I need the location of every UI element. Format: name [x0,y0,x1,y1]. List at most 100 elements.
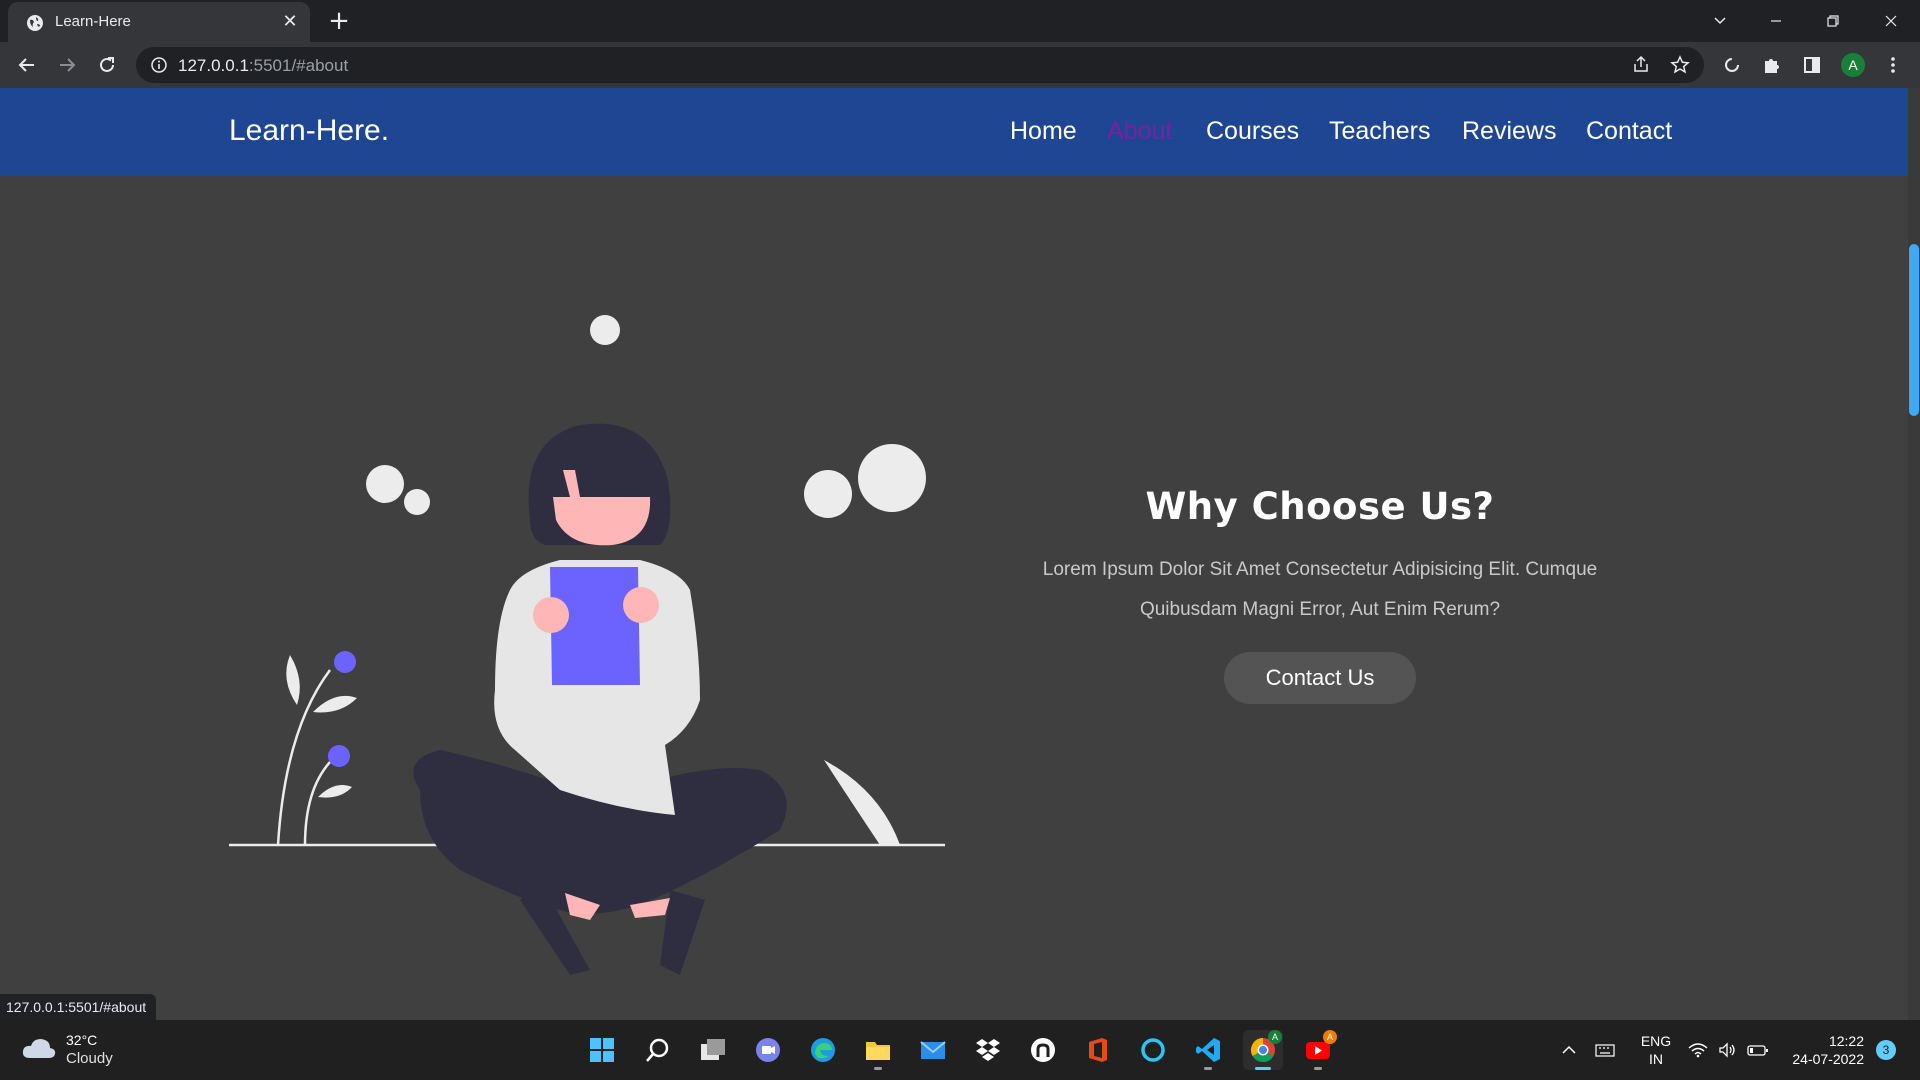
bubble [804,470,852,518]
running-indicator [874,1067,882,1070]
keyboard-icon[interactable] [1593,1038,1617,1062]
address-bar[interactable]: 127.0.0.1:5501/#about [136,47,1704,83]
bubble [590,315,620,345]
about-description-line: Lorem Ipsum Dolor Sit Amet Consectetur A… [1042,559,1598,580]
task-view-button[interactable] [693,1030,733,1070]
plant-stem [276,669,332,846]
volume-icon[interactable] [1716,1038,1740,1062]
plant-flower [328,745,350,767]
about-description-line: Quibusdam Magni Error, Aut Enim Rerum? [1139,599,1501,620]
chrome-button[interactable]: A [1243,1030,1283,1070]
chrome-menu-icon[interactable] [1880,52,1906,78]
url-host: 127.0.0.1 [178,56,249,75]
mail-icon [920,1041,946,1059]
search-icon [646,1038,669,1062]
plant-flower [334,651,356,673]
weather-condition: Cloudy [66,1050,113,1067]
decorative-leaf [824,760,900,845]
side-panel-icon[interactable] [1799,52,1825,78]
about-illustration [229,315,945,975]
start-button[interactable] [582,1030,622,1070]
nav-link-reviews[interactable]: Reviews [1462,117,1556,146]
cortana-icon [1141,1038,1165,1062]
language-region: IN [1649,1051,1663,1067]
chrome-profile-badge: A [1268,1030,1282,1044]
browser-tab[interactable]: Learn-Here ✕ [8,2,310,42]
teams-chat-button[interactable] [748,1030,788,1070]
url-text: 127.0.0.1:5501/#about [178,56,348,76]
active-indicator [1255,1067,1271,1070]
edge-browser-button[interactable] [803,1030,843,1070]
about-section: Why Choose Us? Lorem Ipsum Dolor Sit Ame… [980,485,1660,704]
bubble [366,465,404,503]
system-clock[interactable]: 12:22 24-07-2022 [1784,1032,1864,1068]
forward-button[interactable] [52,50,82,80]
bookmark-star-icon[interactable] [1669,55,1691,77]
search-button[interactable] [638,1030,678,1070]
nav-link-contact[interactable]: Contact [1586,117,1672,146]
running-indicator [1204,1067,1212,1070]
teams-chat-icon [756,1038,780,1062]
back-button[interactable] [12,50,42,80]
vscode-icon [1196,1038,1220,1062]
youtube-profile-badge: A [1323,1030,1337,1044]
about-description: Lorem Ipsum Dolor Sit Amet Consectetur A… [980,550,1660,630]
plant-leaf [318,784,352,798]
restore-button[interactable] [1815,6,1851,36]
nav-link-courses[interactable]: Courses [1206,117,1299,146]
weather-widget[interactable]: 32°C Cloudy [22,1030,162,1070]
dropbox-button[interactable] [968,1030,1008,1070]
plant-stem [303,761,331,846]
page-scrollbar-track[interactable] [1908,88,1920,1020]
bubble [858,444,926,512]
nav-link-teachers[interactable]: Teachers [1329,117,1430,146]
nav-link-home[interactable]: Home [1010,117,1077,146]
sync-extension-icon[interactable] [1719,52,1745,78]
file-explorer-button[interactable] [858,1030,898,1070]
bubble [404,489,430,515]
language-indicator[interactable]: ENG IN [1636,1032,1676,1068]
show-hidden-icons-chevron-icon[interactable] [1557,1038,1581,1062]
github-icon [1031,1038,1055,1062]
github-desktop-button[interactable] [1023,1030,1063,1070]
windows-logo-icon [590,1038,614,1062]
reload-button[interactable] [92,50,122,80]
nav-link-about[interactable]: About [1107,117,1172,146]
globe-icon [27,15,43,31]
youtube-button[interactable]: A [1298,1030,1338,1070]
minimize-button[interactable] [1758,6,1794,36]
task-view-icon [701,1039,725,1060]
site-header: Learn-Here. Home About Courses Teachers … [0,88,1908,176]
extensions-puzzle-icon[interactable] [1759,52,1785,78]
plant-leaf [313,695,357,713]
wifi-icon[interactable] [1686,1038,1710,1062]
notification-badge[interactable]: 3 [1876,1040,1896,1060]
cortana-button[interactable] [1133,1030,1173,1070]
cloud-icon [22,1039,56,1058]
tab-search-chevron-icon[interactable] [1702,6,1738,36]
browser-toolbar: 127.0.0.1:5501/#about A [0,42,1920,88]
person-hand [533,597,569,633]
url-path: :5501/#about [248,56,349,75]
person-hand [623,587,659,623]
mail-button[interactable] [913,1030,953,1070]
vscode-button[interactable] [1188,1030,1228,1070]
site-info-icon[interactable] [150,56,168,74]
running-indicator [1314,1067,1322,1070]
windows-taskbar: 32°C Cloudy A A ENG IN 12:22 24-07-2022 … [0,1020,1920,1080]
profile-avatar[interactable]: A [1841,53,1865,77]
battery-icon[interactable] [1746,1038,1770,1062]
language-code: ENG [1640,1033,1672,1049]
share-icon[interactable] [1630,55,1652,77]
page-scrollbar-thumb[interactable] [1909,244,1919,416]
tab-title: Learn-Here [55,13,131,30]
close-window-button[interactable] [1873,6,1909,36]
tab-close-icon[interactable]: ✕ [280,12,300,32]
dropbox-icon [976,1039,1000,1061]
main-nav: Home About Courses Teachers Reviews Cont… [0,117,1908,153]
office-button[interactable] [1078,1030,1118,1070]
link-status-bubble: 127.0.0.1:5501/#about [0,994,157,1020]
weather-temperature: 32°C [66,1032,98,1048]
new-tab-button[interactable]: + [324,6,354,36]
contact-us-button[interactable]: Contact Us [1224,652,1416,704]
